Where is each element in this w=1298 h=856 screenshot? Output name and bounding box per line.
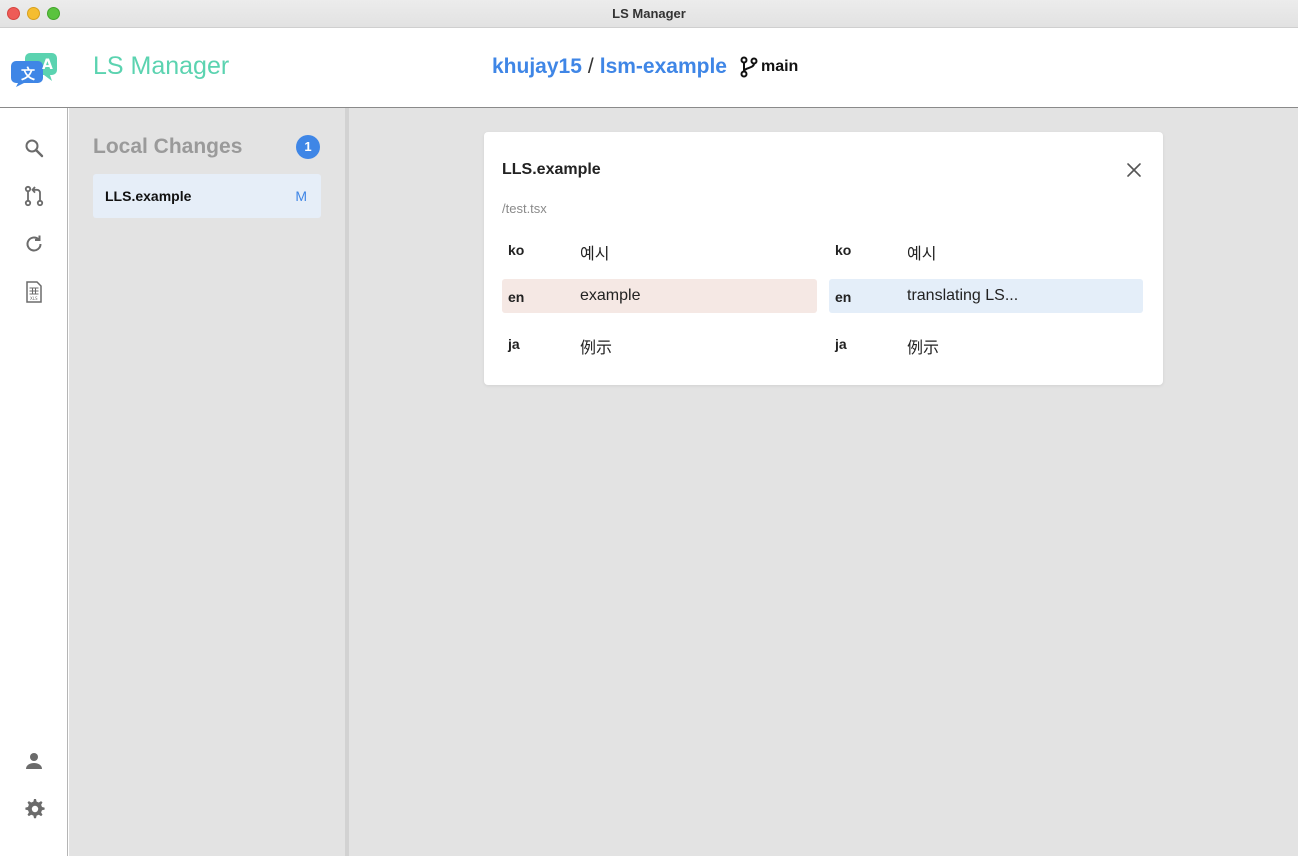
repo-owner-link[interactable]: khujay15 [492,55,582,79]
diff-card: LLS.example /test.tsx ko 예시 en example j… [484,132,1163,385]
repo-name-link[interactable]: lsm-example [600,55,727,79]
repo-breadcrumb: khujay15 / lsm-example main [492,55,798,79]
diff-key-title: LLS.example [502,161,601,178]
lang-code: ja [508,336,520,352]
translation-value: 예시 [580,246,610,263]
app-name: LS Manager [93,52,230,80]
diff-file-path: /test.tsx [502,201,547,216]
lang-code: ko [835,242,852,258]
change-item-name: LLS.example [105,188,192,204]
nav-rail: XLS [0,108,68,856]
lang-code: ja [835,336,847,352]
search-icon[interactable] [22,136,46,160]
lang-code: en [508,289,525,305]
pull-request-icon[interactable] [22,184,46,208]
translation-value: 例示 [907,340,940,357]
translation-value: 예시 [907,246,937,263]
diff-row: ko 예시 [502,232,817,266]
diff-row-added: en translating LS... [829,279,1143,313]
spreadsheet-icon[interactable]: XLS [22,280,46,304]
lang-code: ko [508,242,525,258]
diff-before-column: ko 예시 en example ja 例示 [502,232,817,373]
gear-icon[interactable] [22,797,46,821]
change-list-item[interactable]: LLS.example M [93,174,321,218]
diff-after-column: ko 예시 en translating LS... ja 例示 [829,232,1143,373]
lang-code: en [835,289,852,305]
branch-name: main [760,58,799,75]
translation-value: example [580,287,641,304]
app-header: 文 A LS Manager khujay15 / lsm-example ma… [0,29,1298,108]
translation-value: 例示 [580,340,613,357]
svg-text:文: 文 [21,66,36,83]
diff-row: ko 예시 [829,232,1143,266]
svg-text:XLS: XLS [30,296,38,301]
diff-row-removed: en example [502,279,817,313]
git-branch-icon [740,56,758,78]
changes-count-badge: 1 [296,135,320,159]
translate-logo-icon: 文 A [11,53,57,87]
close-icon[interactable] [1125,161,1143,179]
change-status-badge: M [295,188,307,204]
diff-row: ja 例示 [502,326,817,360]
breadcrumb-separator: / [587,55,594,78]
translation-value: translating LS... [907,287,1019,304]
window-title: LS Manager [612,6,686,21]
local-changes-panel: Local Changes 1 LLS.example M [69,108,345,856]
branch-selector[interactable]: main [739,56,798,78]
diff-row: ja 例示 [829,326,1143,360]
svg-text:A: A [42,57,53,73]
panel-title: Local Changes [93,135,243,158]
window-titlebar: LS Manager [0,0,1298,28]
user-icon[interactable] [22,749,46,773]
refresh-icon[interactable] [22,232,46,256]
